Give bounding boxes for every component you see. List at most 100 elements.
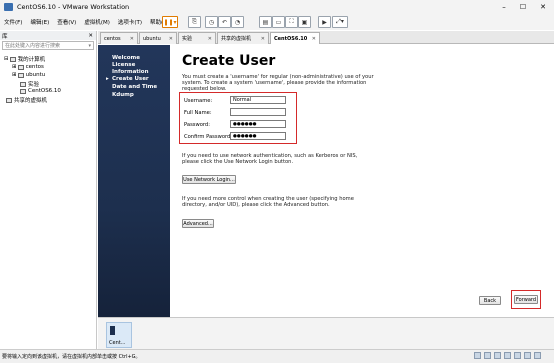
tree-label: CentOS6.10 — [28, 88, 61, 94]
sound-icon[interactable] — [514, 352, 521, 359]
menu-vm[interactable]: 虚拟机(M) — [80, 18, 114, 26]
computer-icon — [9, 56, 16, 62]
snapshot-icon[interactable]: ◷ — [205, 16, 218, 28]
vmware-logo-icon — [4, 3, 13, 11]
tree-label: 我的计算机 — [17, 57, 46, 63]
step-create-user: Create User — [112, 76, 149, 82]
tab-shared-vms[interactable]: 共享的虚拟机 ✕ — [217, 32, 269, 44]
confirm-password-field[interactable]: ●●●●●● — [230, 132, 286, 140]
forward-button[interactable]: Forward — [514, 295, 538, 304]
tab-close-icon[interactable]: ✕ — [208, 36, 212, 42]
page-title: Create User — [182, 53, 276, 69]
minimize-icon[interactable]: – — [495, 0, 513, 14]
tab-experiment[interactable]: 实验 ✕ — [178, 32, 216, 44]
menu-file[interactable]: 文件(F) — [0, 18, 26, 26]
intro-text: You must create a 'username' for regular… — [182, 74, 374, 93]
shared-vm-icon — [6, 97, 12, 103]
library-header: 库 ✕ — [0, 31, 96, 40]
fullscreen-icon[interactable]: ⛶ — [285, 16, 298, 28]
menu-edit[interactable]: 编辑(E) — [26, 18, 53, 26]
search-dropdown-icon[interactable]: ▾ — [88, 43, 91, 49]
tree-shared-vms[interactable]: 共享的虚拟机 — [6, 96, 47, 104]
step-date-time: Date and Time — [112, 84, 158, 90]
library-panel: 库 ✕ 在此处键入内容进行搜索 ▾ ⊟ 我的计算机 ⊞ centos ⊞ ubu… — [0, 31, 97, 349]
cdrom-icon[interactable] — [484, 352, 491, 359]
thumbnail-bar-icon[interactable]: ▭ — [272, 16, 285, 28]
tree-item-ubuntu[interactable]: ⊞ ubuntu — [12, 72, 45, 78]
tab-close-icon[interactable]: ✕ — [169, 36, 173, 42]
printer-icon[interactable] — [524, 352, 531, 359]
tree-item-centos[interactable]: ⊞ centos — [12, 64, 44, 70]
send-ctrl-alt-del-icon[interactable]: ⎘ — [188, 16, 201, 28]
harddisk-icon[interactable] — [474, 352, 481, 359]
vm-icon — [17, 64, 24, 70]
stretch-view-icon[interactable]: ⤢▾ — [332, 16, 348, 28]
network-text: If you need to use network authenticatio… — [182, 153, 357, 165]
tab-close-icon[interactable]: ✕ — [312, 36, 316, 42]
use-network-login-button[interactable]: Use Network Login... — [182, 175, 236, 184]
menu-tabs[interactable]: 选项卡(T) — [114, 18, 146, 26]
tab-close-icon[interactable]: ✕ — [261, 36, 265, 42]
tab-label: CentOS6.10 — [274, 35, 308, 42]
library-close-icon[interactable]: ✕ — [88, 33, 93, 39]
network-line: please click the Use Network Login butto… — [182, 159, 294, 166]
fullname-field[interactable] — [230, 108, 286, 116]
expand-icon[interactable]: ⊞ — [12, 64, 17, 70]
tree-label: 实验 — [28, 82, 40, 88]
vm-icon — [20, 88, 26, 94]
thumbnail-label: Cent... — [109, 340, 126, 346]
step-license: License Information — [112, 62, 149, 75]
step-kdump: Kdump — [112, 92, 134, 98]
pause-icon[interactable]: ❚❚▾ — [162, 16, 178, 28]
tree-label: ubuntu — [25, 72, 46, 78]
step-welcome: Welcome — [112, 55, 140, 61]
collapse-icon[interactable]: ⊟ — [4, 56, 9, 62]
network-adapter-icon[interactable] — [494, 352, 501, 359]
tab-label: 实验 — [182, 36, 193, 42]
tab-centos610[interactable]: CentOS6.10 ✕ — [270, 32, 320, 44]
fullname-label: Full Name: — [184, 110, 212, 116]
status-text: 要将输入定向到该虚拟机，请在虚拟机内部单击或按 Ctrl+G。 — [2, 354, 141, 360]
vm-console[interactable]: Welcome License Information ▸ Create Use… — [98, 45, 554, 317]
vm-thumbnail[interactable]: Cent... — [106, 322, 132, 348]
vm-icon — [17, 72, 24, 78]
thumbnail-bar: Cent... — [98, 317, 554, 349]
vm-tab-bar: centos ✕ ubuntu ✕ 实验 ✕ 共享的虚拟机 ✕ CentOS6.10 ✕ — [98, 31, 554, 44]
current-step-arrow-icon: ▸ — [106, 76, 109, 82]
status-bar: 要将输入定向到该虚拟机，请在虚拟机内部单击或按 Ctrl+G。 — [0, 349, 554, 363]
advanced-line: directory, and/or UID), please click the… — [182, 202, 330, 209]
password-field[interactable]: ●●●●●● — [230, 120, 286, 128]
close-icon[interactable]: ✕ — [534, 0, 552, 14]
username-field[interactable]: Normal — [230, 96, 286, 104]
maximize-icon[interactable]: ☐ — [514, 0, 532, 14]
tab-ubuntu[interactable]: ubuntu ✕ — [139, 32, 177, 44]
console-view-icon[interactable]: ▶ — [318, 16, 331, 28]
tree-item-experiment[interactable]: 实验 — [20, 80, 39, 88]
snapshot-manager-icon[interactable]: ◔ — [231, 16, 244, 28]
window-title: CentOS6.10 - VMware Workstation — [17, 3, 130, 11]
revert-snapshot-icon[interactable]: ↶ — [218, 16, 231, 28]
tree-my-computer[interactable]: ⊟ 我的计算机 — [4, 55, 45, 63]
tree-label: centos — [25, 64, 44, 70]
tab-close-icon[interactable]: ✕ — [130, 36, 134, 42]
unity-icon[interactable]: ▣ — [298, 16, 311, 28]
username-label: Username: — [184, 98, 213, 104]
advanced-button[interactable]: Advanced... — [182, 219, 214, 228]
expand-icon[interactable]: ⊞ — [12, 72, 17, 78]
confirm-password-label: Confirm Password: — [184, 134, 233, 140]
library-search-input[interactable]: 在此处键入内容进行搜索 ▾ — [2, 41, 94, 50]
menu-view[interactable]: 查看(V) — [53, 18, 80, 26]
tree-item-centos610[interactable]: CentOS6.10 — [20, 88, 61, 94]
usb-icon[interactable] — [504, 352, 511, 359]
back-button[interactable]: Back — [479, 296, 501, 305]
tab-label: ubuntu — [143, 35, 161, 42]
tree-label: 共享的虚拟机 — [14, 98, 48, 104]
advanced-text: If you need more control when creating t… — [182, 196, 354, 208]
show-library-icon[interactable]: ▤ — [259, 16, 272, 28]
installer-steps-sidebar: Welcome License Information ▸ Create Use… — [98, 45, 170, 317]
vm-icon — [20, 81, 26, 87]
title-bar: CentOS6.10 - VMware Workstation — [0, 0, 554, 14]
display-icon[interactable] — [534, 352, 541, 359]
password-label: Password: — [184, 122, 210, 128]
tab-centos[interactable]: centos ✕ — [100, 32, 138, 44]
